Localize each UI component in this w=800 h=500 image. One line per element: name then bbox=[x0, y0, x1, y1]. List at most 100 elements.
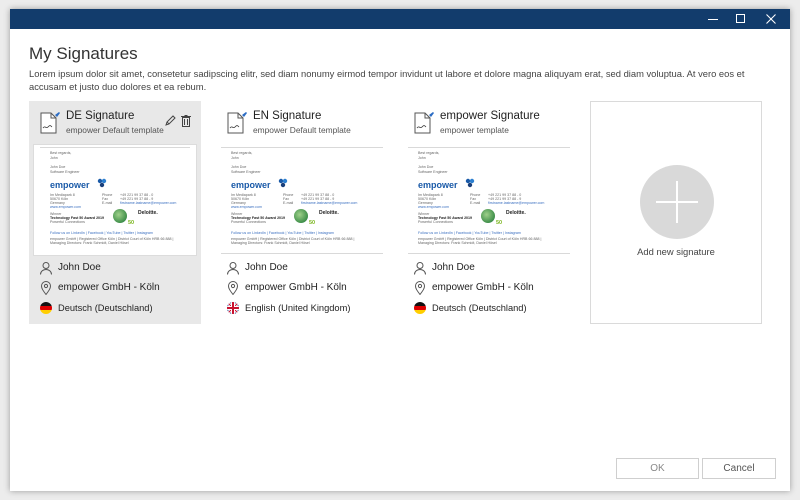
award-globe-icon bbox=[113, 209, 127, 223]
card-location: empower GmbH - Köln bbox=[39, 281, 199, 297]
preview-short-name: John bbox=[418, 156, 426, 160]
card-template: empower Default template bbox=[253, 125, 351, 135]
preview-website: www.empower.com bbox=[231, 205, 262, 209]
minimize-button[interactable] bbox=[698, 9, 728, 29]
preview-role: Software Engineer bbox=[231, 170, 261, 174]
preview-short-name: John bbox=[50, 156, 58, 160]
preview-greeting: Best regards, bbox=[231, 151, 253, 155]
signature-preview: Best regards, John John Doe Software Eng… bbox=[34, 145, 196, 255]
card-header: DE Signature empower Default template bbox=[39, 109, 194, 139]
card-name: DE Signature bbox=[66, 110, 135, 122]
preview-logo: empower bbox=[231, 180, 271, 190]
preview-deloitte: Deloitte. bbox=[506, 210, 526, 216]
signature-preview: Best regards, John John Doe Software Eng… bbox=[221, 145, 383, 255]
cancel-button[interactable]: Cancel bbox=[702, 458, 776, 479]
card-language-name: Deutsch (Deutschland) bbox=[432, 303, 527, 313]
signature-card-en[interactable]: EN Signature empower Default template Be… bbox=[216, 101, 388, 324]
close-button[interactable] bbox=[756, 9, 786, 29]
preview-email-label: E-mail bbox=[102, 201, 113, 205]
card-template: empower Default template bbox=[66, 125, 164, 135]
preview-fifty: 50 bbox=[128, 220, 135, 226]
signature-card-de[interactable]: DE Signature empower Default template Be… bbox=[29, 101, 201, 324]
preview-website: www.empower.com bbox=[418, 205, 449, 209]
uk-flag-icon bbox=[227, 302, 239, 314]
preview-website: www.empower.com bbox=[50, 205, 81, 209]
signature-document-icon bbox=[414, 112, 434, 134]
card-language-name: Deutsch (Deutschland) bbox=[58, 303, 153, 313]
card-name: empower Signature bbox=[440, 110, 540, 122]
card-location-name: empower GmbH - Köln bbox=[245, 282, 347, 293]
preview-greeting: Best regards, bbox=[50, 151, 72, 155]
divider bbox=[408, 253, 570, 254]
empower-logo-icon bbox=[97, 178, 107, 188]
preview-deloitte: Deloitte. bbox=[319, 210, 339, 216]
preview-role: Software Engineer bbox=[418, 170, 448, 174]
location-pin-icon bbox=[414, 281, 426, 295]
page-title: My Signatures bbox=[29, 44, 138, 63]
card-location-name: empower GmbH - Köln bbox=[432, 282, 534, 293]
card-location-name: empower GmbH - Köln bbox=[58, 282, 160, 293]
signature-card-empower[interactable]: empower Signature empower template Best … bbox=[403, 101, 575, 324]
minimize-icon bbox=[708, 19, 718, 20]
close-icon bbox=[766, 14, 776, 24]
signature-document-icon bbox=[227, 112, 247, 134]
card-name: EN Signature bbox=[253, 110, 322, 122]
preview-award-sub: Powerful Connections bbox=[418, 220, 453, 224]
edit-icon[interactable] bbox=[164, 115, 176, 127]
user-icon bbox=[227, 262, 239, 275]
card-user-name: John Doe bbox=[432, 262, 475, 273]
divider bbox=[40, 147, 190, 148]
user-icon bbox=[414, 262, 426, 275]
plus-icon[interactable] bbox=[640, 165, 714, 239]
preview-follow: Follow us on LinkedIn | Facebook | YouTu… bbox=[50, 231, 153, 235]
card-language: Deutsch (Deutschland) bbox=[39, 301, 199, 317]
card-language-name: English (United Kingdom) bbox=[245, 303, 351, 313]
signature-document-icon bbox=[40, 112, 60, 134]
empower-logo-icon bbox=[465, 178, 475, 188]
preview-logo: empower bbox=[50, 180, 90, 190]
preview-full-name: John Doe bbox=[50, 165, 66, 169]
card-user: John Doe bbox=[39, 261, 199, 277]
preview-legal: empower GmbH | Registered Office Köln | … bbox=[50, 237, 174, 246]
card-user-name: John Doe bbox=[58, 262, 101, 273]
preview-email: firstname.lastname@empower.com bbox=[120, 201, 177, 205]
preview-fifty: 50 bbox=[309, 220, 316, 226]
card-header: EN Signature empower Default template bbox=[226, 109, 381, 139]
maximize-icon bbox=[736, 14, 745, 23]
german-flag-icon bbox=[414, 302, 426, 314]
card-template: empower template bbox=[440, 125, 509, 135]
preview-greeting: Best regards, bbox=[418, 151, 440, 155]
preview-award-sub: Powerful Connections bbox=[50, 220, 85, 224]
user-icon bbox=[40, 262, 52, 275]
delete-icon[interactable] bbox=[180, 114, 192, 128]
empower-logo-icon bbox=[278, 178, 288, 188]
title-bar bbox=[10, 9, 790, 29]
add-signature-label: Add new signature bbox=[637, 246, 715, 257]
ok-button[interactable]: OK bbox=[616, 458, 699, 479]
preview-follow: Follow us on LinkedIn | Facebook | YouTu… bbox=[231, 231, 334, 235]
card-language: English (United Kingdom) bbox=[226, 301, 386, 317]
card-location: empower GmbH - Köln bbox=[413, 281, 573, 297]
preview-short-name: John bbox=[231, 156, 239, 160]
preview-role: Software Engineer bbox=[50, 170, 80, 174]
preview-legal: empower GmbH | Registered Office Köln | … bbox=[231, 237, 355, 246]
maximize-button[interactable] bbox=[726, 9, 756, 29]
card-user-name: John Doe bbox=[245, 262, 288, 273]
card-location: empower GmbH - Köln bbox=[226, 281, 386, 297]
divider bbox=[221, 147, 383, 148]
card-header: empower Signature empower template bbox=[413, 109, 568, 139]
divider bbox=[408, 147, 570, 148]
preview-logo: empower bbox=[418, 180, 458, 190]
location-pin-icon bbox=[40, 281, 52, 295]
preview-email-label: E-mail bbox=[283, 201, 294, 205]
preview-fifty: 50 bbox=[496, 220, 503, 226]
preview-deloitte: Deloitte. bbox=[138, 210, 158, 216]
add-signature-card[interactable]: Add new signature bbox=[590, 101, 762, 324]
preview-full-name: John Doe bbox=[418, 165, 434, 169]
award-globe-icon bbox=[481, 209, 495, 223]
preview-follow: Follow us on LinkedIn | Facebook | YouTu… bbox=[418, 231, 521, 235]
preview-email-label: E-mail bbox=[470, 201, 481, 205]
divider bbox=[221, 253, 383, 254]
page-description: Lorem ipsum dolor sit amet, consetetur s… bbox=[29, 68, 745, 92]
preview-award-sub: Powerful Connections bbox=[231, 220, 266, 224]
